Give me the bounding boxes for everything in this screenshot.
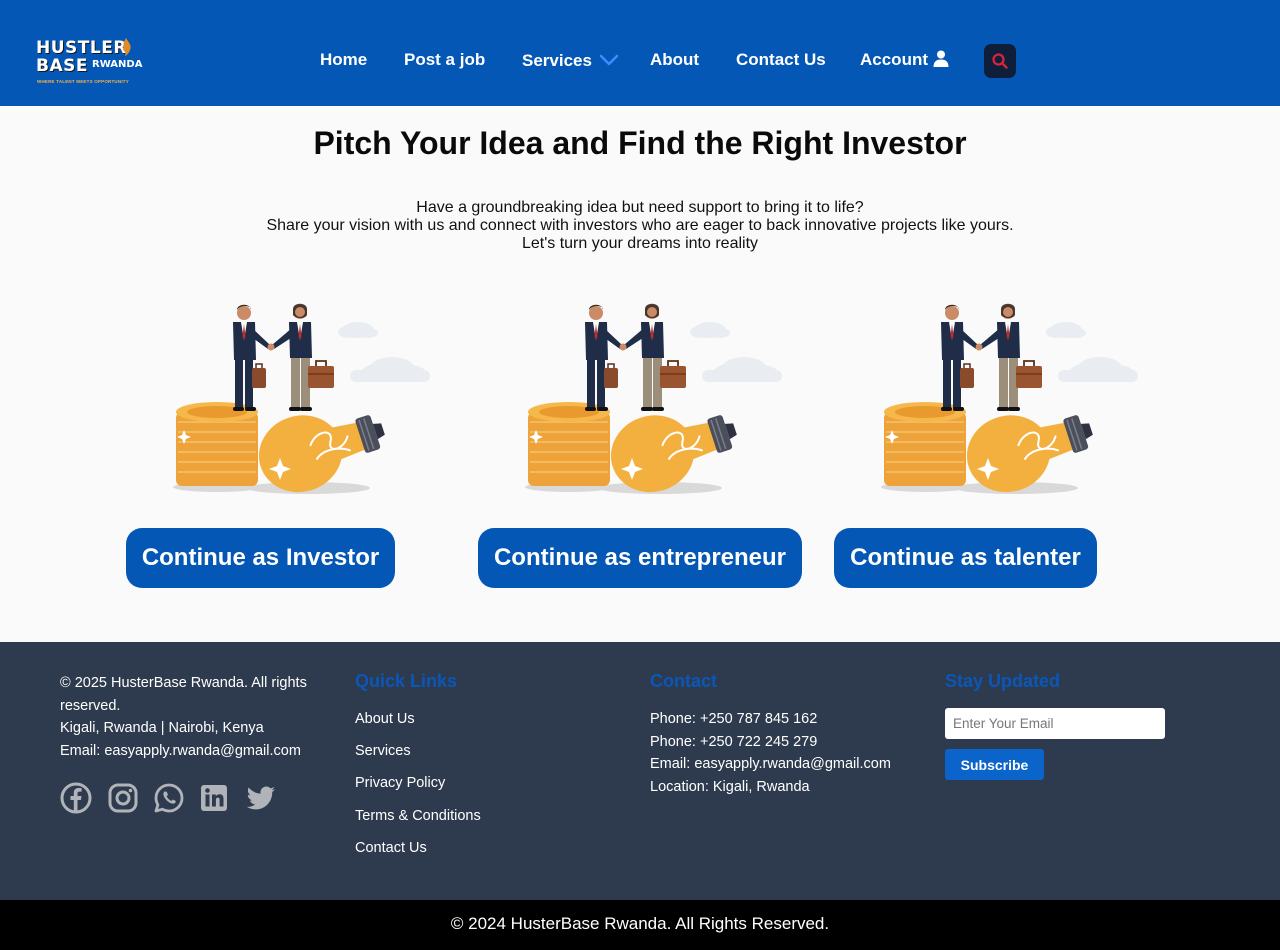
continue-as-investor-button[interactable]: Continue as Investor: [126, 528, 395, 588]
page-subtitle: Have a groundbreaking idea but need supp…: [0, 199, 1280, 253]
contact-phone-1: Phone: +250 787 845 162: [650, 711, 818, 727]
continue-as-entrepreneur-button[interactable]: Continue as entrepreneur: [478, 528, 802, 588]
entrepreneur-illustration: [524, 302, 783, 496]
search-button[interactable]: [984, 44, 1016, 78]
contact-details: Phone: +250 787 845 162 Phone: +250 722 …: [650, 708, 891, 798]
flame-icon: [123, 38, 131, 56]
instagram-icon[interactable]: [107, 782, 139, 814]
footer-link-terms[interactable]: Terms & Conditions: [355, 808, 481, 824]
contact-location: Location: Kigali, Rwanda: [650, 778, 810, 795]
whatsapp-icon[interactable]: [153, 782, 185, 814]
footer-link-services[interactable]: Services: [355, 743, 411, 759]
nav-about[interactable]: About: [650, 50, 699, 70]
facebook-icon[interactable]: [60, 782, 92, 814]
linkedin-icon[interactable]: [198, 782, 230, 814]
continue-as-talenter-button[interactable]: Continue as talenter: [834, 528, 1097, 588]
footer-locations: Kigali, Rwanda | Nairobi, Kenya: [60, 720, 264, 736]
logo-tagline: WHERE TALENT MEETS OPPORTUNITY: [37, 79, 129, 84]
subscribe-button[interactable]: Subscribe: [945, 749, 1044, 780]
search-icon: [992, 53, 1008, 69]
nav-home[interactable]: Home: [320, 50, 367, 70]
nav-account[interactable]: Account: [860, 50, 949, 70]
nav-services-label: Services: [522, 51, 592, 70]
nav-contact-us[interactable]: Contact Us: [736, 50, 826, 70]
nav-account-label: Account: [860, 50, 928, 69]
chevron-down-icon: [599, 54, 618, 66]
footer-link-privacy-policy[interactable]: Privacy Policy: [355, 775, 445, 791]
footer-email: Email: easyapply.rwanda@gmail.com: [60, 742, 301, 759]
nav-post-a-job[interactable]: Post a job: [404, 50, 485, 70]
hustlerbase-logo[interactable]: HUSTLER BASE RWANDA WHERE TALENT MEETS O…: [34, 36, 142, 90]
footer-about: © 2025 HusterBase Rwanda. All rights res…: [60, 672, 330, 762]
page-title: Pitch Your Idea and Find the Right Inves…: [313, 125, 967, 161]
footer-link-about-us[interactable]: About Us: [355, 711, 415, 727]
newsletter-email-input[interactable]: [945, 708, 1165, 739]
logo-line-1: HUSTLER: [36, 38, 127, 58]
contact-phone-2: Phone: +250 722 245 279: [650, 733, 818, 750]
talenter-illustration: [880, 302, 1139, 496]
twitter-icon[interactable]: [245, 782, 277, 814]
footer-link-contact-us[interactable]: Contact Us: [355, 840, 427, 856]
logo-line-2: BASE: [36, 56, 88, 76]
subtitle-line: Share your vision with us and connect wi…: [266, 217, 1014, 234]
newsletter-heading: Stay Updated: [945, 671, 1061, 691]
footer-copyright: © 2025 HusterBase Rwanda. All rights res…: [60, 675, 307, 714]
site-header: HUSTLER BASE RWANDA WHERE TALENT MEETS O…: [0, 0, 1280, 106]
subtitle-line: Let's turn your dreams into reality: [521, 235, 759, 252]
nav-services[interactable]: Services: [522, 51, 619, 71]
quick-links-heading: Quick Links: [355, 671, 458, 691]
investor-illustration: [172, 302, 431, 496]
subtitle-line: Have a groundbreaking idea but need supp…: [416, 199, 864, 216]
user-icon: [933, 50, 949, 68]
logo-line-2b: RWANDA: [92, 59, 143, 70]
contact-heading: Contact: [650, 671, 717, 691]
contact-email: Email: easyapply.rwanda@gmail.com: [650, 756, 891, 772]
site-footer: © 2025 HusterBase Rwanda. All rights res…: [0, 642, 1280, 900]
bottom-copyright-bar: © 2024 HusterBase Rwanda. All Rights Res…: [0, 900, 1280, 950]
